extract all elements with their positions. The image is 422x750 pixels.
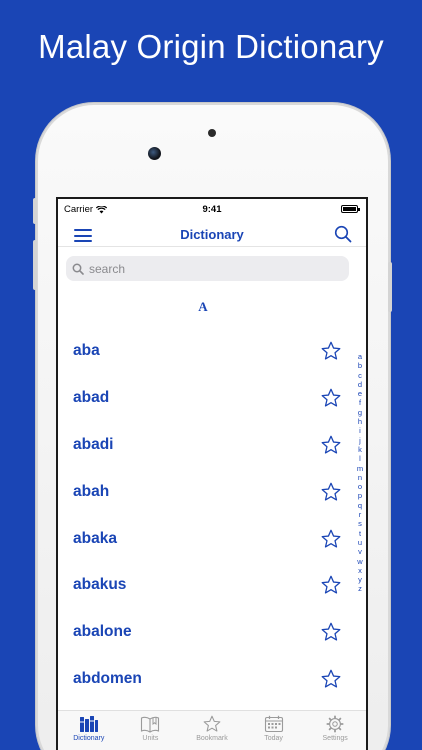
- word-list: aba abad abadi abah abaka abakus abalone: [58, 328, 354, 702]
- tab-settings[interactable]: Settings: [304, 711, 366, 750]
- star-icon[interactable]: [320, 621, 342, 643]
- banner-title: Malay Origin Dictionary: [38, 28, 384, 65]
- word-label: abakus: [73, 576, 127, 594]
- app-screen: Carrier 9:41 Dictionary A aba: [56, 197, 368, 750]
- page-title: Dictionary: [180, 227, 244, 242]
- battery-icon: [341, 205, 360, 213]
- list-item[interactable]: abad: [58, 375, 354, 422]
- index-letter[interactable]: j: [359, 436, 361, 445]
- index-letter[interactable]: l: [359, 454, 361, 463]
- tab-dictionary[interactable]: Dictionary: [58, 711, 120, 750]
- alphabet-index: a b c d e f g h i j k l m n o p q r s t …: [354, 352, 366, 594]
- side-button-right: [388, 262, 392, 312]
- index-letter[interactable]: t: [359, 529, 361, 538]
- star-icon[interactable]: [320, 668, 342, 690]
- word-label: abah: [73, 482, 110, 500]
- side-button-left: [33, 198, 37, 224]
- tab-label: Settings: [322, 735, 348, 742]
- tab-today[interactable]: Today: [243, 711, 305, 750]
- status-bar: Carrier 9:41: [58, 199, 366, 221]
- index-letter[interactable]: v: [358, 547, 362, 556]
- list-item[interactable]: abah: [58, 468, 354, 515]
- index-letter[interactable]: d: [358, 380, 362, 389]
- index-letter[interactable]: u: [358, 538, 362, 547]
- index-letter[interactable]: b: [358, 361, 362, 370]
- calendar-icon: [264, 715, 283, 733]
- navigation-bar: Dictionary: [58, 221, 366, 247]
- index-letter[interactable]: s: [358, 519, 362, 528]
- word-label: abdomen: [73, 669, 142, 687]
- index-letter[interactable]: f: [359, 398, 361, 407]
- star-icon: [203, 715, 221, 732]
- search-icon[interactable]: [334, 225, 352, 243]
- word-label: abad: [73, 389, 110, 407]
- index-letter[interactable]: n: [358, 473, 362, 482]
- open-book-icon: [141, 716, 160, 733]
- index-letter[interactable]: o: [358, 482, 362, 491]
- index-letter[interactable]: r: [359, 510, 362, 519]
- magnifier-icon: [72, 263, 84, 275]
- index-letter[interactable]: m: [357, 464, 363, 473]
- index-letter[interactable]: h: [358, 417, 362, 426]
- star-icon[interactable]: [320, 434, 342, 456]
- tab-label: Dictionary: [73, 735, 105, 742]
- star-icon[interactable]: [320, 340, 342, 362]
- tab-label: Bookmark: [196, 735, 228, 742]
- index-letter[interactable]: c: [358, 371, 362, 380]
- gear-icon: [326, 715, 344, 733]
- index-letter[interactable]: q: [358, 501, 362, 510]
- word-label: abalone: [73, 623, 132, 641]
- index-letter[interactable]: y: [358, 575, 362, 584]
- tab-bar: Dictionary Units Bookmark Today Settings: [58, 710, 366, 750]
- tab-units[interactable]: Units: [120, 711, 182, 750]
- list-item[interactable]: abdomen: [58, 656, 354, 703]
- list-item[interactable]: abadi: [58, 422, 354, 469]
- star-icon[interactable]: [320, 574, 342, 596]
- search-input[interactable]: [89, 261, 329, 276]
- list-item[interactable]: abakus: [58, 562, 354, 609]
- index-letter[interactable]: x: [358, 566, 362, 575]
- index-letter[interactable]: w: [357, 557, 362, 566]
- index-letter[interactable]: i: [359, 426, 361, 435]
- status-time: 9:41: [202, 204, 222, 215]
- tab-label: Today: [264, 735, 283, 742]
- books-icon: [79, 716, 98, 732]
- index-letter[interactable]: e: [358, 389, 362, 398]
- section-header: A: [198, 299, 208, 314]
- index-letter[interactable]: g: [358, 408, 362, 417]
- tab-label: Units: [142, 735, 159, 742]
- speaker: [208, 129, 216, 137]
- word-label: aba: [73, 342, 100, 360]
- word-label: abadi: [73, 435, 114, 453]
- side-button-left: [33, 240, 37, 290]
- front-camera: [148, 147, 161, 160]
- star-icon[interactable]: [320, 387, 342, 409]
- index-letter[interactable]: a: [358, 352, 362, 361]
- list-item[interactable]: aba: [58, 328, 354, 375]
- list-item[interactable]: abaka: [58, 515, 354, 562]
- tab-bookmark[interactable]: Bookmark: [181, 711, 243, 750]
- index-letter[interactable]: k: [358, 445, 362, 454]
- star-icon[interactable]: [320, 481, 342, 503]
- star-icon[interactable]: [320, 528, 342, 550]
- word-label: abaka: [73, 529, 117, 547]
- index-letter[interactable]: p: [358, 491, 362, 500]
- search-bar[interactable]: [66, 256, 349, 281]
- index-letter[interactable]: z: [358, 584, 362, 593]
- list-item[interactable]: abalone: [58, 609, 354, 656]
